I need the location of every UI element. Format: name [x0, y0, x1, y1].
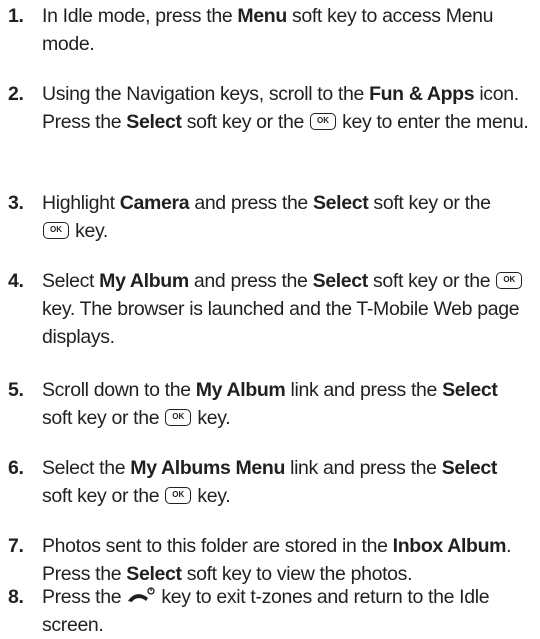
text-run: Highlight	[42, 192, 120, 214]
step-number: 8.	[8, 586, 24, 608]
text-run: key. The browser is launched and the T-M…	[42, 298, 520, 348]
step-text: Select My Album and press the Select sof…	[42, 270, 523, 348]
ok-key-icon: OK	[496, 272, 523, 289]
text-run: soft key or the	[368, 192, 491, 214]
step-number: 1.	[8, 5, 24, 27]
text-run: Scroll down to the	[42, 379, 196, 401]
ok-key-icon: OK	[310, 113, 337, 130]
text-run: key.	[70, 220, 108, 242]
step-text: In Idle mode, press the Menu soft key to…	[42, 5, 493, 55]
text-run: and press the	[188, 270, 313, 292]
step-item: 8. Press the key to exit t-zones and retu…	[8, 583, 512, 639]
step-text: Scroll down to the My Album link and pre…	[42, 379, 498, 429]
step-item: 3. Highlight Camera and press the Select …	[8, 189, 512, 245]
bold-term: Select	[312, 270, 369, 292]
text-run: soft key or the	[367, 270, 496, 292]
ok-key-label: OK	[50, 225, 62, 234]
bold-term: Select	[442, 379, 498, 401]
text-run: key to enter the menu.	[337, 111, 529, 133]
text-run: soft key or the	[42, 407, 165, 429]
text-run: In Idle mode, press the	[42, 5, 238, 27]
step-number: 7.	[8, 535, 24, 557]
ok-key-icon: OK	[165, 487, 192, 504]
bold-term: Menu	[237, 5, 287, 27]
bold-term: Fun & Apps	[369, 83, 475, 105]
text-run: link and press the	[285, 379, 443, 401]
bold-term: Camera	[119, 192, 190, 214]
text-run: Select the	[42, 457, 131, 479]
text-run: soft key or the	[181, 111, 310, 133]
bold-term: Select	[441, 457, 498, 479]
text-run: soft key or the	[42, 485, 165, 507]
step-number: 4.	[8, 270, 24, 292]
step-item: 4. Select My Album and press the Select s…	[8, 267, 540, 351]
step-text: Press the key to exit t-zones and return…	[42, 586, 490, 636]
bold-term: Select	[126, 111, 182, 133]
step-item: 5. Scroll down to the My Album link and p…	[8, 376, 512, 432]
step-item: 1. In Idle mode, press the Menu soft key …	[8, 2, 540, 58]
ok-key-icon: OK	[43, 222, 69, 239]
text-run: Select	[42, 270, 100, 292]
text-run: key.	[192, 407, 231, 429]
bold-term: My Album	[195, 379, 286, 401]
bold-term: Select	[126, 563, 182, 585]
end-key-icon	[128, 587, 155, 602]
ok-key-label: OK	[317, 116, 330, 125]
step-number: 6.	[8, 457, 24, 479]
step-item: 6. Select the My Albums Menu link and pre…	[8, 454, 512, 510]
step-text: Highlight Camera and press the Select so…	[42, 192, 491, 242]
bold-term: Inbox Album	[392, 535, 507, 557]
ok-key-label: OK	[172, 490, 185, 499]
text-run: Using the Navigation keys, scroll to the	[42, 83, 370, 105]
bold-term: My Albums Menu	[130, 457, 286, 479]
text-run: link and press the	[285, 457, 442, 479]
text-run: soft key to view the photos.	[181, 563, 413, 585]
text-run: Photos sent to this folder are stored in…	[42, 535, 393, 557]
step-number: 3.	[8, 192, 24, 214]
ok-key-label: OK	[172, 412, 185, 421]
text-run: and press the	[189, 192, 313, 214]
bold-term: My Album	[99, 270, 189, 292]
step-text: Select the My Albums Menu link and press…	[42, 457, 497, 507]
step-item: 7. Photos sent to this folder are stored …	[8, 532, 540, 588]
step-text: Using the Navigation keys, scroll to the…	[42, 83, 529, 133]
step-number: 5.	[8, 379, 24, 401]
bold-term: Select	[313, 192, 369, 214]
step-number: 2.	[8, 83, 24, 105]
ok-key-icon: OK	[165, 409, 192, 426]
text-run: key.	[192, 485, 231, 507]
step-item: 2. Using the Navigation keys, scroll to t…	[8, 80, 540, 136]
step-text: Photos sent to this folder are stored in…	[42, 535, 512, 585]
text-run: Press the	[42, 586, 127, 608]
ok-key-label: OK	[503, 275, 516, 284]
